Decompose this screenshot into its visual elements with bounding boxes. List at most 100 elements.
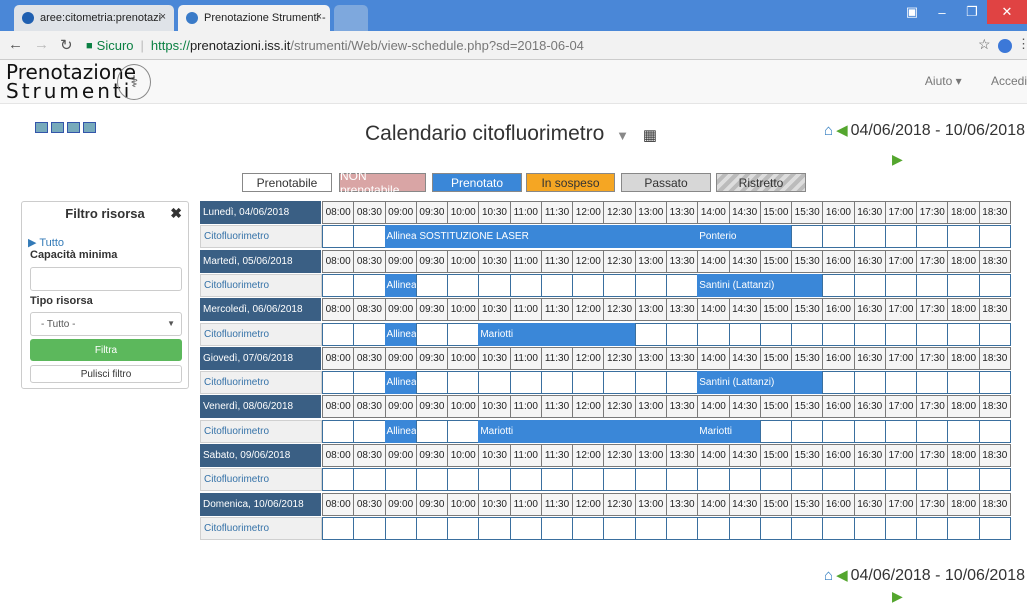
prev-week-icon[interactable]: ◀ bbox=[836, 122, 848, 139]
available-slot[interactable] bbox=[322, 371, 355, 395]
view-tall-icon[interactable] bbox=[51, 122, 64, 133]
available-slot[interactable] bbox=[853, 516, 886, 540]
available-slot[interactable] bbox=[665, 273, 699, 297]
available-slot[interactable] bbox=[822, 516, 855, 540]
available-slot[interactable] bbox=[447, 322, 480, 346]
resource-name-link[interactable]: Citofluorimetro bbox=[200, 468, 322, 492]
url-input[interactable]: ■ Sicuro | https:// prenotazioni.iss.it … bbox=[86, 35, 996, 56]
available-slot[interactable] bbox=[916, 419, 949, 443]
available-slot[interactable] bbox=[791, 419, 824, 443]
available-slot[interactable] bbox=[853, 419, 886, 443]
available-slot[interactable] bbox=[540, 371, 574, 395]
available-slot[interactable] bbox=[853, 225, 886, 249]
next-week-icon-bottom[interactable]: ▶ bbox=[892, 588, 903, 605]
available-slot[interactable] bbox=[791, 322, 824, 346]
reload-icon[interactable]: ↻ bbox=[60, 36, 73, 54]
restore-icon[interactable]: ❐ bbox=[957, 0, 987, 24]
available-slot[interactable] bbox=[603, 371, 636, 395]
help-menu[interactable]: Aiuto ▾ bbox=[925, 74, 962, 88]
available-slot[interactable] bbox=[415, 468, 449, 492]
view-standard-icon[interactable] bbox=[35, 122, 48, 133]
calendar-icon[interactable]: ▦ bbox=[643, 127, 657, 144]
login-link[interactable]: Accedi bbox=[991, 74, 1027, 88]
available-slot[interactable] bbox=[916, 225, 949, 249]
available-slot[interactable] bbox=[415, 273, 449, 297]
available-slot[interactable] bbox=[447, 371, 480, 395]
extension-icon[interactable] bbox=[998, 39, 1012, 53]
resource-name-link[interactable]: Citofluorimetro bbox=[200, 273, 322, 297]
back-arrow-icon[interactable]: ← bbox=[8, 36, 23, 53]
clear-filter-button[interactable]: Pulisci filtro bbox=[30, 365, 182, 383]
available-slot[interactable] bbox=[697, 516, 730, 540]
available-slot[interactable] bbox=[916, 516, 949, 540]
available-slot[interactable] bbox=[884, 468, 918, 492]
available-slot[interactable] bbox=[509, 273, 542, 297]
available-slot[interactable] bbox=[947, 371, 980, 395]
resource-name-link[interactable]: Citofluorimetro bbox=[200, 225, 322, 249]
available-slot[interactable] bbox=[978, 468, 1011, 492]
home-icon-bottom[interactable]: ⌂ bbox=[824, 567, 833, 584]
available-slot[interactable] bbox=[634, 273, 667, 297]
available-slot[interactable] bbox=[947, 322, 980, 346]
reservation-block[interactable]: Allinea bbox=[384, 322, 416, 346]
available-slot[interactable] bbox=[322, 468, 355, 492]
available-slot[interactable] bbox=[947, 419, 980, 443]
resource-name-link[interactable]: Citofluorimetro bbox=[200, 419, 322, 443]
reservation-block[interactable]: Mariotti bbox=[697, 419, 760, 443]
available-slot[interactable] bbox=[884, 371, 918, 395]
available-slot[interactable] bbox=[415, 516, 449, 540]
available-slot[interactable] bbox=[572, 468, 605, 492]
available-slot[interactable] bbox=[853, 371, 886, 395]
available-slot[interactable] bbox=[791, 516, 824, 540]
available-slot[interactable] bbox=[947, 516, 980, 540]
available-slot[interactable] bbox=[853, 273, 886, 297]
available-slot[interactable] bbox=[384, 468, 417, 492]
available-slot[interactable] bbox=[384, 516, 417, 540]
available-slot[interactable] bbox=[916, 371, 949, 395]
available-slot[interactable] bbox=[884, 225, 918, 249]
available-slot[interactable] bbox=[572, 516, 605, 540]
available-slot[interactable] bbox=[447, 419, 480, 443]
available-slot[interactable] bbox=[978, 419, 1011, 443]
available-slot[interactable] bbox=[540, 468, 574, 492]
available-slot[interactable] bbox=[447, 516, 480, 540]
available-slot[interactable] bbox=[916, 468, 949, 492]
close-filter-icon[interactable]: ✖ bbox=[170, 205, 182, 222]
available-slot[interactable] bbox=[322, 225, 355, 249]
available-slot[interactable] bbox=[353, 371, 386, 395]
reservation-block[interactable]: Allinea bbox=[384, 273, 416, 297]
available-slot[interactable] bbox=[728, 322, 761, 346]
available-slot[interactable] bbox=[884, 516, 918, 540]
available-slot[interactable] bbox=[353, 273, 386, 297]
resource-type-select[interactable]: - Tutto - ▼ bbox=[30, 312, 182, 336]
available-slot[interactable] bbox=[540, 516, 574, 540]
reservation-block[interactable]: Santini (Lattanzi) bbox=[697, 273, 823, 297]
bookmark-star-icon[interactable]: ☆ bbox=[978, 36, 991, 53]
available-slot[interactable] bbox=[884, 322, 918, 346]
available-slot[interactable] bbox=[978, 516, 1011, 540]
available-slot[interactable] bbox=[322, 322, 355, 346]
reservation-block[interactable]: Mariotti bbox=[478, 322, 635, 346]
available-slot[interactable] bbox=[603, 273, 636, 297]
reservation-block[interactable]: Santini (Lattanzi) bbox=[697, 371, 823, 395]
available-slot[interactable] bbox=[478, 516, 511, 540]
available-slot[interactable] bbox=[634, 322, 667, 346]
available-slot[interactable] bbox=[322, 273, 355, 297]
available-slot[interactable] bbox=[853, 322, 886, 346]
available-slot[interactable] bbox=[665, 371, 699, 395]
available-slot[interactable] bbox=[822, 273, 855, 297]
min-capacity-input[interactable] bbox=[30, 267, 182, 291]
available-slot[interactable] bbox=[978, 322, 1011, 346]
available-slot[interactable] bbox=[822, 322, 855, 346]
available-slot[interactable] bbox=[791, 225, 824, 249]
available-slot[interactable] bbox=[759, 322, 793, 346]
view-wide-icon[interactable] bbox=[67, 122, 80, 133]
available-slot[interactable] bbox=[822, 468, 855, 492]
available-slot[interactable] bbox=[822, 225, 855, 249]
filter-button[interactable]: Filtra bbox=[30, 339, 182, 361]
reservation-block[interactable]: Allinea SOSTITUZIONE LASER bbox=[384, 225, 698, 249]
user-icon[interactable]: ▣ bbox=[897, 0, 927, 24]
available-slot[interactable] bbox=[665, 468, 699, 492]
close-tab-2-icon[interactable]: × bbox=[316, 11, 322, 23]
available-slot[interactable] bbox=[478, 273, 511, 297]
